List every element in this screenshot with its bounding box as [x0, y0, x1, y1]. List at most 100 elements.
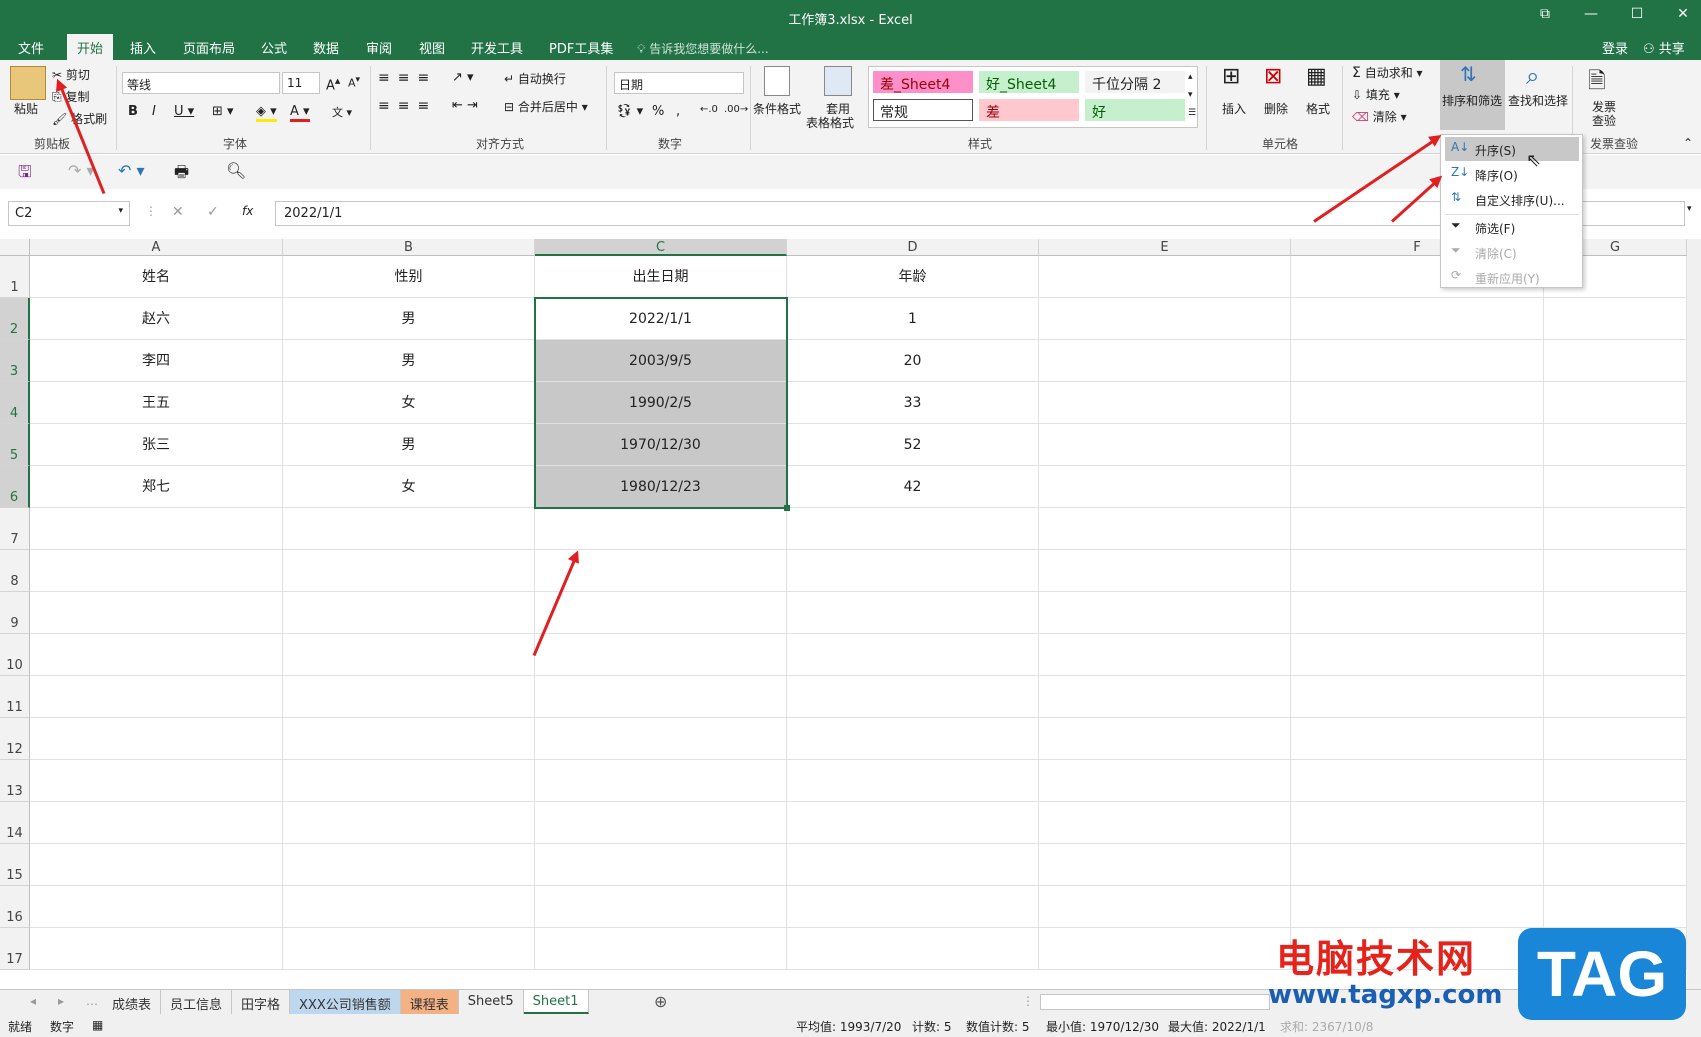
cell-a15[interactable]: [30, 844, 283, 886]
cell-c13[interactable]: [535, 760, 787, 802]
cell-d3[interactable]: 20: [787, 340, 1039, 382]
cell-g3[interactable]: [1544, 340, 1687, 382]
cell-a14[interactable]: [30, 802, 283, 844]
paste-icon[interactable]: [10, 66, 46, 100]
gallery-scroll-icons[interactable]: ▴ ▾ ☰: [1188, 68, 1196, 122]
merge-center-button[interactable]: ⊟ 合并后居中 ▾: [504, 98, 588, 115]
vertical-align-icons[interactable]: ≡≡≡: [378, 70, 437, 86]
row-header-6[interactable]: 6: [0, 466, 30, 508]
row-header-1[interactable]: 1: [0, 256, 30, 298]
cell-e11[interactable]: [1039, 676, 1291, 718]
column-header-e[interactable]: E: [1039, 239, 1291, 256]
cell-d16[interactable]: [787, 886, 1039, 928]
row-header-5[interactable]: 5: [0, 424, 30, 466]
cell-d5[interactable]: 52: [787, 424, 1039, 466]
find-select-button[interactable]: 查找和选择: [1508, 92, 1568, 109]
cell-f7[interactable]: [1291, 508, 1544, 550]
save-icon[interactable]: 🖫︎: [18, 161, 32, 188]
cell-e8[interactable]: [1039, 550, 1291, 592]
cell-f13[interactable]: [1291, 760, 1544, 802]
cell-b12[interactable]: [283, 718, 535, 760]
cell-e15[interactable]: [1039, 844, 1291, 886]
column-header-a[interactable]: A: [30, 239, 283, 256]
row-header-13[interactable]: 13: [0, 760, 30, 802]
row-header-12[interactable]: 12: [0, 718, 30, 760]
cell-b11[interactable]: [283, 676, 535, 718]
cell-a16[interactable]: [30, 886, 283, 928]
cell-d2[interactable]: 1: [787, 298, 1039, 340]
cell-e16[interactable]: [1039, 886, 1291, 928]
cell-a12[interactable]: [30, 718, 283, 760]
conditional-format-button[interactable]: 条件格式: [753, 100, 801, 117]
sheet-tab-sheet5[interactable]: Sheet5: [458, 990, 524, 1014]
cell-d17[interactable]: [787, 928, 1039, 970]
menu-filter[interactable]: ⏷ 筛选(F): [1445, 215, 1579, 239]
row-header-2[interactable]: 2: [0, 298, 30, 340]
cell-e13[interactable]: [1039, 760, 1291, 802]
cell-d15[interactable]: [787, 844, 1039, 886]
sheet-tab-员工信息[interactable]: 员工信息: [161, 990, 233, 1014]
indent-icons[interactable]: ⇤ ⇥: [452, 98, 478, 113]
cell-f17[interactable]: [1291, 928, 1544, 970]
cell-f3[interactable]: [1291, 340, 1544, 382]
insert-cells-icon[interactable]: ⊞: [1222, 64, 1240, 89]
column-header-c[interactable]: C: [535, 239, 787, 256]
cell-b13[interactable]: [283, 760, 535, 802]
next-sheet-icon[interactable]: ▸: [58, 994, 64, 1008]
cell-f14[interactable]: [1291, 802, 1544, 844]
format-cells-button[interactable]: 格式: [1306, 100, 1330, 117]
row-header-17[interactable]: 17: [0, 928, 30, 970]
more-sheets-icon[interactable]: …: [86, 994, 98, 1008]
cancel-icon[interactable]: ✕: [172, 204, 184, 220]
cell-e1[interactable]: [1039, 256, 1291, 298]
magnifier-icon[interactable]: ⌕: [1526, 62, 1539, 90]
cell-c6[interactable]: 1980/12/23: [535, 466, 787, 508]
autosum-button[interactable]: Σ 自动求和 ▾: [1352, 64, 1423, 81]
cell-g10[interactable]: [1544, 634, 1687, 676]
print-preview-icon[interactable]: 🖶︎: [174, 161, 189, 188]
format-cells-icon[interactable]: ▦: [1306, 64, 1327, 89]
cell-a3[interactable]: 李四: [30, 340, 283, 382]
number-format-select[interactable]: 日期: [614, 72, 744, 94]
cell-a4[interactable]: 王五: [30, 382, 283, 424]
tab-home[interactable]: 开始: [67, 34, 114, 60]
percent-button[interactable]: %: [652, 104, 664, 119]
invoice-check-icon[interactable]: 🗎︎: [1588, 64, 1606, 102]
wrap-text-button[interactable]: ↵ 自动换行: [504, 70, 566, 87]
cell-g11[interactable]: [1544, 676, 1687, 718]
font-color-icon[interactable]: A ▾: [290, 104, 310, 122]
menu-reapply[interactable]: ⟳ 重新应用(Y): [1445, 265, 1579, 289]
delete-cells-button[interactable]: 删除: [1264, 100, 1288, 117]
italic-icon[interactable]: I: [152, 104, 156, 119]
tab-page-layout[interactable]: 页面布局: [183, 38, 235, 57]
decrease-decimal-icon[interactable]: .00→: [724, 104, 748, 115]
tab-formulas[interactable]: 公式: [261, 38, 287, 57]
row-header-10[interactable]: 10: [0, 634, 30, 676]
cell-g9[interactable]: [1544, 592, 1687, 634]
enter-icon[interactable]: ✓: [207, 204, 219, 220]
tab-developer[interactable]: 开发工具: [471, 38, 523, 57]
maximize-icon[interactable]: ☐: [1622, 6, 1652, 22]
cell-b3[interactable]: 男: [283, 340, 535, 382]
currency-icon[interactable]: 💱︎ ▾: [616, 104, 643, 119]
cell-b16[interactable]: [283, 886, 535, 928]
cell-c7[interactable]: [535, 508, 787, 550]
table-format-icon[interactable]: [824, 66, 852, 96]
tab-insert[interactable]: 插入: [130, 38, 156, 57]
cell-g2[interactable]: [1544, 298, 1687, 340]
expand-formula-icon[interactable]: ▾: [1687, 204, 1692, 214]
cell-c10[interactable]: [535, 634, 787, 676]
row-header-7[interactable]: 7: [0, 508, 30, 550]
cell-a2[interactable]: 赵六: [30, 298, 283, 340]
cell-c12[interactable]: [535, 718, 787, 760]
cell-d14[interactable]: [787, 802, 1039, 844]
insert-function-button[interactable]: fx: [242, 204, 253, 218]
cell-f8[interactable]: [1291, 550, 1544, 592]
cell-e12[interactable]: [1039, 718, 1291, 760]
menu-sort-ascending[interactable]: A↓ 升序(S): [1445, 137, 1579, 161]
cell-f11[interactable]: [1291, 676, 1544, 718]
cell-d13[interactable]: [787, 760, 1039, 802]
cell-e7[interactable]: [1039, 508, 1291, 550]
sheet-tab-xxx公司销售额[interactable]: XXX公司销售额: [290, 990, 401, 1014]
tab-review[interactable]: 审阅: [366, 38, 392, 57]
